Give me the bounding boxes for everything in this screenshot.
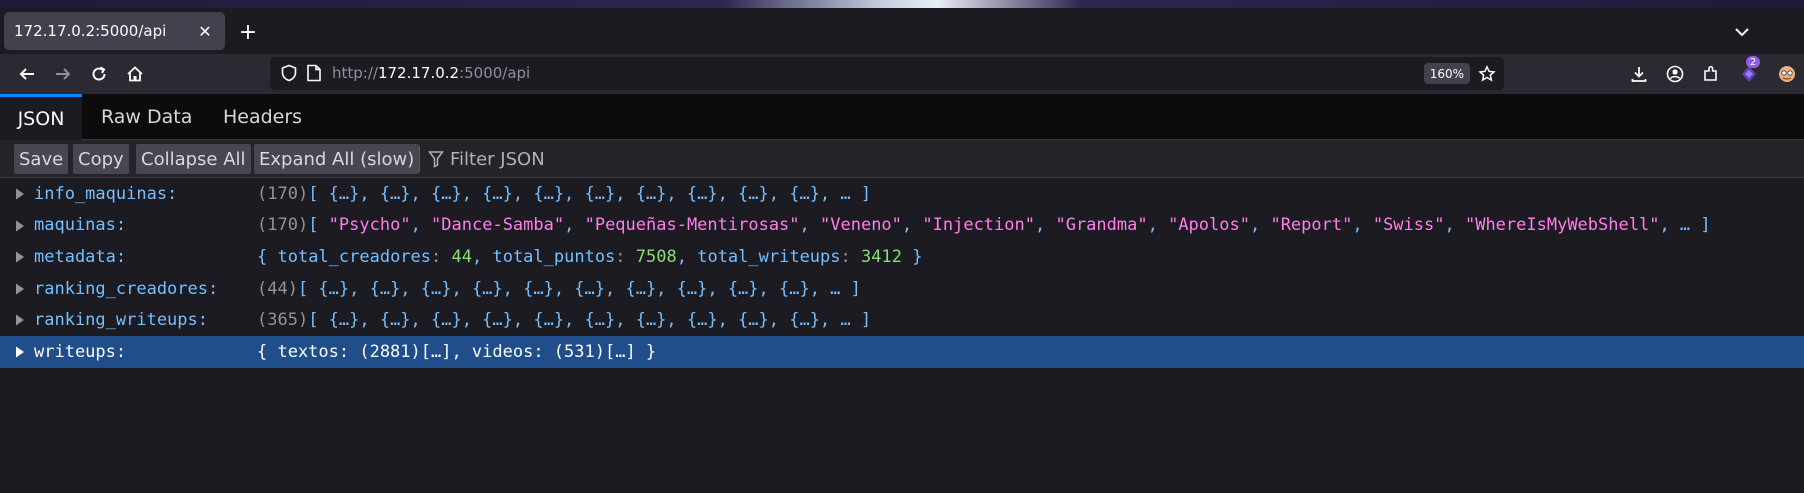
close-tab-icon[interactable]: ✕ [195,21,215,41]
filter-placeholder: Filter JSON [450,148,545,170]
property-key: total_writeups [697,246,841,267]
row-value: (44)[ {…}, {…}, {…}, {…}, {…}, {…}, {…},… [257,279,861,299]
row-value: (170)[ {…}, {…}, {…}, {…}, {…}, {…}, {…}… [257,184,871,204]
extensions-icon[interactable] [1696,60,1726,88]
tree-row-maquinas[interactable]: maquinas: (170)[ "Psycho", "Dance-Samba"… [0,210,1804,242]
extension-badge: 2 [1746,56,1760,68]
string-item: "Psycho" [328,215,411,236]
row-key: maquinas: [34,215,127,236]
property-key: total_creadores [277,246,432,267]
collapse-all-button[interactable]: Collapse All [136,144,251,174]
expand-triangle-icon[interactable] [15,220,25,232]
forward-arrow-icon[interactable] [48,60,78,88]
row-summary: [ {…}, {…}, {…}, {…}, {…}, {…}, {…}, {…}… [297,278,861,299]
string-item: "Grandma" [1055,215,1148,236]
tab-strip: 172.17.0.2:5000/api ✕ + [0,8,1804,54]
tree-row-ranking-writeups[interactable]: ranking_writeups: (365)[ {…}, {…}, {…}, … [0,304,1804,336]
shield-icon[interactable] [280,64,298,87]
row-key: metadata: [34,246,127,267]
chevron-down-icon[interactable] [1730,22,1754,42]
account-icon[interactable] [1660,60,1690,88]
expand-triangle-icon[interactable] [15,251,25,263]
property-value: 7508 [635,246,677,267]
row-key: writeups: [34,341,127,362]
json-tree: info_maquinas: (170)[ {…}, {…}, {…}, {…}… [0,178,1804,368]
row-value: (365)[ {…}, {…}, {…}, {…}, {…}, {…}, {…}… [257,310,871,330]
navigation-toolbar: http://172.17.0.2:5000/api 160% 2 [0,54,1804,94]
page-icon[interactable] [306,64,322,87]
tree-row-info-maquinas[interactable]: info_maquinas: (170)[ {…}, {…}, {…}, {…}… [0,178,1804,210]
string-item: "Report" [1270,215,1353,236]
tab-title: 172.17.0.2:5000/api [14,22,167,40]
string-item: "Apolos" [1168,215,1250,236]
tab-json[interactable]: JSON [0,94,82,140]
row-key: ranking_creadores: [34,278,219,299]
tree-row-metadata[interactable]: metadata: { total_creadores: 44, total_p… [0,241,1804,273]
expand-all-button[interactable]: Expand All (slow) [254,144,420,174]
expand-triangle-icon[interactable] [15,283,25,295]
string-item: "WhereIsMyWebShell" [1464,215,1660,236]
tab-api[interactable]: 172.17.0.2:5000/api ✕ [4,12,225,50]
json-viewer: JSON Raw Data Headers Save Copy Collapse… [0,94,1804,493]
string-item: "Swiss" [1372,215,1445,236]
string-item: "Pequeñas-Mentirosas" [584,215,800,236]
url-text[interactable]: http://172.17.0.2:5000/api [332,64,530,82]
url-rest: :5000/api [459,64,531,82]
row-value: { total_creadores: 44, total_puntos: 750… [257,246,923,267]
row-value: { textos: (2881)[…], videos: (531)[…] } [257,342,656,362]
row-summary: [ {…}, {…}, {…}, {…}, {…}, {…}, {…}, {…}… [308,183,872,204]
filter-json-input[interactable]: Filter JSON [428,144,545,174]
row-key: ranking_writeups: [34,310,208,331]
reload-icon[interactable] [84,60,114,88]
bookmark-star-icon[interactable] [1476,63,1498,85]
tree-row-ranking-creadores[interactable]: ranking_creadores: (44)[ {…}, {…}, {…}, … [0,273,1804,305]
url-bar[interactable]: http://172.17.0.2:5000/api 160% [270,57,1504,90]
row-count: (44) [257,278,298,299]
row-value: (170)[ "Psycho", "Dance-Samba", "Pequeña… [257,215,1711,236]
string-item: "Injection" [922,215,1035,236]
desktop-wallpaper-strip [0,0,1804,8]
json-toolbar: Save Copy Collapse All Expand All (slow)… [0,140,1804,178]
row-count: (170) [257,215,309,236]
row-count: (170) [257,183,309,204]
tab-headers[interactable]: Headers [204,94,321,140]
zoom-level-button[interactable]: 160% [1423,63,1470,84]
expand-triangle-icon[interactable] [15,314,25,326]
new-tab-icon[interactable]: + [236,20,260,45]
filter-icon [428,150,444,168]
row-summary: { textos: (2881)[…], videos: (531)[…] } [257,341,657,362]
expand-triangle-icon[interactable] [15,188,25,200]
string-item: "Veneno" [820,215,902,236]
property-value: 3412 [861,246,902,267]
save-button[interactable]: Save [14,144,69,174]
property-key: total_puntos [492,246,616,267]
home-icon[interactable] [120,60,150,88]
url-host: 172.17.0.2 [377,64,460,82]
viewer-tabs: JSON Raw Data Headers [0,94,1804,140]
extension-icon[interactable]: 2 [1734,56,1764,88]
string-item: "Dance-Samba" [431,215,565,236]
row-count: (365) [257,310,309,331]
profile-avatar-icon[interactable] [1772,60,1802,88]
tab-raw-data[interactable]: Raw Data [82,94,211,140]
row-summary: [ {…}, {…}, {…}, {…}, {…}, {…}, {…}, {…}… [308,310,872,331]
property-value: 44 [451,246,472,267]
url-scheme: http:// [332,64,378,82]
back-arrow-icon[interactable] [12,60,42,88]
copy-button[interactable]: Copy [73,144,129,174]
downloads-icon[interactable] [1624,60,1654,88]
tree-row-writeups[interactable]: writeups: { textos: (2881)[…], videos: (… [0,335,1804,368]
expand-triangle-icon[interactable] [15,346,25,358]
toolbar-divider [419,146,420,172]
row-key: info_maquinas: [34,183,178,204]
